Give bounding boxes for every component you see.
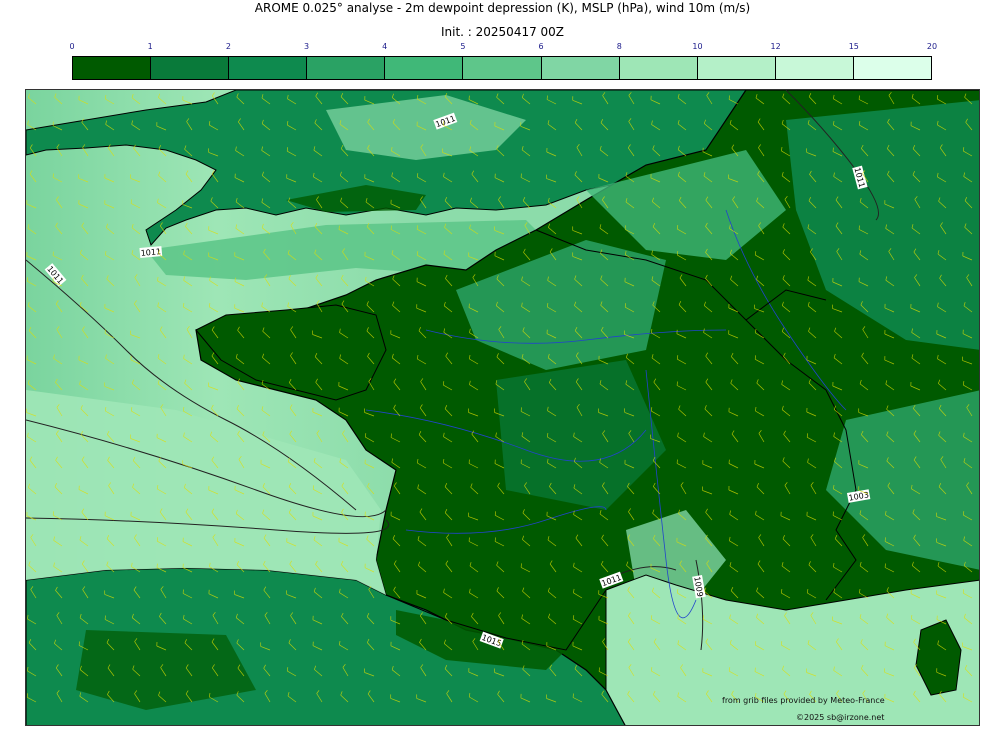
colorbar-segment	[385, 57, 464, 79]
wind-barb-flag	[364, 433, 367, 438]
colorbar-tick-label: 2	[225, 42, 231, 51]
wind-barb-flag	[26, 277, 29, 282]
colorbar-segment	[853, 57, 932, 79]
wind-barb-flag	[676, 251, 679, 256]
colorbar-tick-label: 12	[770, 42, 781, 51]
wind-barb-flag	[598, 667, 600, 672]
colorbar-tick-label: 6	[538, 42, 544, 51]
wind-barb-flag	[286, 147, 289, 152]
colorbar-tick-label: 5	[460, 42, 466, 51]
colorbar-tick-label: 10	[692, 42, 703, 51]
wind-barb-flag	[754, 251, 757, 256]
wind-barb-flag	[676, 225, 679, 230]
colorbar-segment	[697, 57, 776, 79]
colorbar-segment	[307, 57, 386, 79]
colorbar-segment	[775, 57, 854, 79]
colorbar	[72, 56, 932, 80]
colorbar-tick-label: 1	[147, 42, 153, 51]
colorbar-segment	[229, 57, 308, 79]
isobar-label: 1011	[140, 247, 161, 258]
wind-barb-flag	[624, 303, 627, 308]
wind-barb-flag	[442, 381, 445, 386]
wind-barb-flag	[494, 537, 496, 542]
colorbar-segment	[151, 57, 230, 79]
wind-barb-flag	[676, 355, 679, 360]
colorbar-tick-label: 15	[848, 42, 859, 51]
wind-barb-flag	[78, 641, 80, 646]
wind-barb-flag	[52, 511, 55, 516]
wind-barb-flag	[962, 511, 965, 516]
wind-barb-flag	[806, 433, 809, 438]
wind-barb-flag	[962, 147, 965, 152]
wind-barb-flag	[494, 511, 497, 516]
colorbar-tick-label: 8	[616, 42, 622, 51]
colorbar-segment	[463, 57, 542, 79]
wind-barb-flag	[416, 173, 419, 178]
wind-barb-flag	[962, 589, 965, 594]
colorbar-tick-label: 0	[69, 42, 75, 51]
colorbar-tick-label: 20	[926, 42, 938, 51]
wind-barb-flag	[780, 641, 783, 646]
map-title: AROME 0.025° analyse - 2m dewpoint depre…	[254, 1, 751, 15]
wind-barb-flag	[936, 95, 939, 100]
copyright-credit: ©2025 sb@irzone.net	[796, 713, 885, 722]
weather-map: 1011 1011 1011 1011 1011 1003 1009 1015	[25, 89, 980, 726]
wind-barb-flag	[650, 407, 653, 412]
colorbar-tick-label: 3	[303, 42, 310, 51]
colorbar-segment	[619, 57, 698, 79]
colorbar-segment	[541, 57, 620, 79]
colorbar-tick-label: 4	[382, 42, 388, 51]
wind-barb-flag	[728, 95, 730, 100]
wind-barb-flag	[130, 199, 132, 204]
data-source-credit: from grib files provided by Meteo-France	[722, 696, 885, 705]
wind-barb-flag	[286, 667, 289, 672]
wind-barb-flag	[156, 537, 159, 542]
colorbar-segment	[73, 57, 152, 79]
wind-barb-flag	[754, 641, 757, 646]
init-time: Init. : 20250417 00Z	[440, 25, 565, 39]
wind-barb-flag	[26, 693, 29, 698]
